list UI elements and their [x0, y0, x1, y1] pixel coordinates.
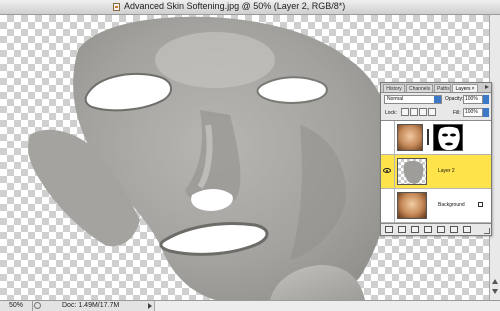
layer-name: Layer 2 [438, 168, 455, 174]
tab-paths[interactable]: Paths [434, 84, 451, 92]
lock-icon [478, 202, 483, 207]
zoom-level[interactable]: 50% [0, 301, 33, 311]
layer-thumbnail [397, 124, 423, 151]
layer-row-layer-2[interactable]: Layer 2 [381, 155, 491, 189]
lock-all-icon[interactable] [428, 108, 436, 116]
layer-name: Background [438, 202, 465, 208]
thumbnail-face [403, 160, 424, 184]
layer-row-background[interactable]: Background [381, 189, 491, 223]
document-icon [113, 3, 120, 11]
status-bar: 50% Doc: 1.49M/17.7M [0, 300, 500, 311]
lock-position-icon[interactable] [419, 108, 427, 116]
add-mask-icon[interactable] [411, 226, 419, 233]
layer-style-icon[interactable] [398, 226, 406, 233]
fill-field[interactable]: 100% [463, 108, 489, 117]
tab-layers[interactable]: Layers× [452, 84, 478, 92]
close-icon[interactable]: × [472, 86, 475, 92]
opacity-slider-icon[interactable] [483, 95, 489, 104]
palette-tab-bar: History Channels Paths Layers× [381, 83, 491, 93]
tab-channels[interactable]: Channels [406, 84, 433, 92]
status-info-icon[interactable] [34, 302, 41, 309]
window-title-bar[interactable]: Advanced Skin Softening.jpg @ 50% (Layer… [0, 0, 500, 15]
palette-footer [381, 224, 491, 235]
layer-row-masked[interactable] [381, 121, 491, 155]
layer-mask-thumbnail[interactable] [433, 124, 463, 151]
layer-thumbnail [397, 158, 427, 185]
lock-transparency-icon[interactable] [401, 108, 409, 116]
fill-slider-icon[interactable] [483, 108, 489, 117]
scroll-up-icon[interactable] [492, 279, 498, 284]
blend-mode-select[interactable]: Normal [384, 95, 442, 104]
scroll-down-icon[interactable] [492, 289, 498, 294]
link-layers-icon[interactable] [385, 226, 393, 233]
fill-label: Fill: [453, 110, 461, 116]
palette-menu-icon[interactable] [485, 85, 489, 89]
mask-image [438, 126, 460, 150]
layer-thumbnail [397, 192, 427, 219]
opacity-field[interactable]: 100% [463, 95, 489, 104]
visibility-toggle[interactable] [381, 189, 395, 222]
layers-list: Layer 2 Background [381, 120, 491, 224]
link-icon[interactable] [427, 129, 429, 145]
adjustment-layer-icon[interactable] [424, 226, 432, 233]
new-layer-icon[interactable] [450, 226, 458, 233]
lock-image-icon[interactable] [410, 108, 418, 116]
new-group-icon[interactable] [437, 226, 445, 233]
trash-icon[interactable] [463, 226, 471, 233]
opacity-label: Opacity: [445, 96, 464, 102]
resize-grip-icon[interactable] [484, 228, 490, 234]
chevron-down-icon[interactable] [434, 96, 441, 103]
lock-label: Lock: [385, 110, 397, 116]
window-title: Advanced Skin Softening.jpg @ 50% (Layer… [124, 1, 346, 11]
horizontal-scrollbar[interactable] [154, 301, 500, 311]
status-menu-icon[interactable] [148, 303, 152, 309]
document-size: Doc: 1.49M/17.7M [62, 302, 120, 309]
layers-palette: History Channels Paths Layers× Normal Op… [380, 82, 492, 236]
visibility-toggle[interactable] [381, 121, 395, 154]
visibility-toggle[interactable] [381, 155, 395, 188]
eye-icon[interactable] [383, 168, 391, 173]
tab-history[interactable]: History [383, 84, 405, 92]
